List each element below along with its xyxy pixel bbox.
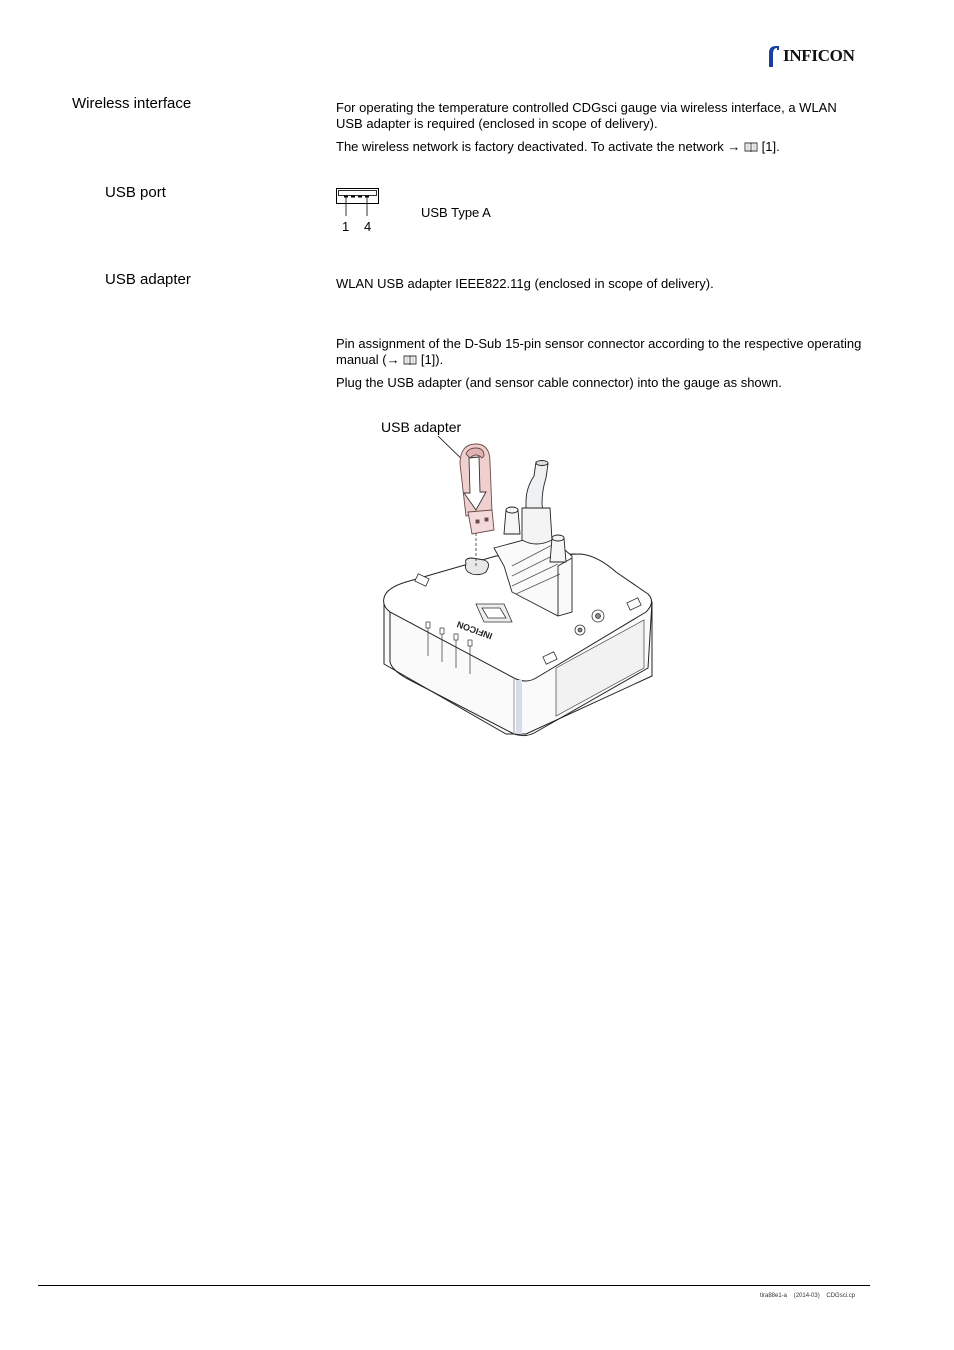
section-heading-usb-adapter: USB adapter [105, 271, 191, 288]
footer-divider [38, 1285, 870, 1286]
footer-file: CDGsci.cp [826, 1293, 856, 1299]
wireless-activation-paragraph: The wireless network is factory deactiva… [336, 139, 866, 155]
book-icon [744, 142, 758, 152]
usb-type-label: USB Type A [421, 205, 491, 220]
book-icon [403, 355, 417, 365]
pin-assignment-note: Pin assignment of the D-Sub 15-pin senso… [336, 336, 866, 368]
activation-text: The wireless network is factory deactiva… [336, 139, 724, 154]
section-heading-usb-port: USB port [105, 184, 166, 201]
footer-date: (2014-03) [793, 1293, 820, 1299]
brand-name: INFICON [783, 46, 855, 65]
reference-link[interactable]: [1]. [762, 139, 780, 154]
sensor-cable [521, 460, 553, 545]
usb-adapter-description: WLAN USB adapter IEEE822.11g (enclosed i… [336, 276, 714, 291]
usb-adapter-notes: Pin assignment of the D-Sub 15-pin senso… [336, 336, 866, 398]
inficon-logo-icon [769, 46, 779, 67]
arrow-symbol: → [727, 139, 741, 154]
footer-doc-id: tira88e1-a [760, 1293, 788, 1299]
wireless-intro-paragraph: For operating the temperature controlled… [336, 100, 837, 131]
plug-instruction: Plug the USB adapter (and sensor cable c… [336, 375, 782, 390]
section-heading-wireless-interface: Wireless interface [72, 95, 192, 112]
wireless-interface-body: For operating the temperature controlled… [336, 100, 866, 162]
usb-socket [464, 557, 489, 576]
footer-document-info: tira88e1-a (2014-03) CDGsci.cp [760, 1293, 855, 1299]
arrow-symbol: → [386, 352, 400, 367]
reference-link[interactable]: [1]). [421, 352, 443, 367]
inficon-logo: INFICON [766, 44, 870, 68]
gauge-usb-adapter-illustration: INFICON [383, 435, 653, 737]
pin-label-4: 4 [364, 219, 372, 234]
pin-label-1: 1 [342, 219, 350, 234]
